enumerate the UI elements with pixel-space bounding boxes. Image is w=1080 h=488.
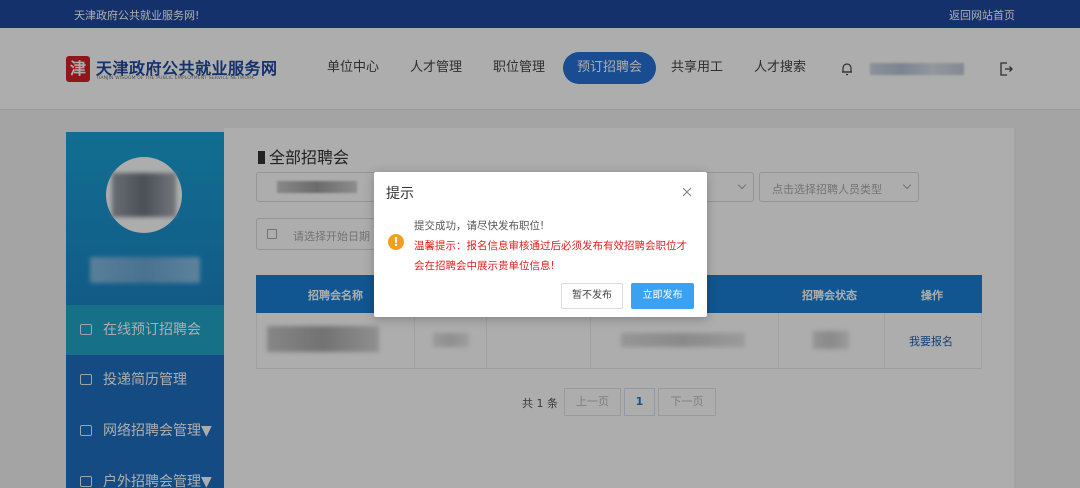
dialog-title: 提示	[386, 186, 414, 202]
dialog-message: 提交成功，请尽快发布职位! 温馨提示：报名信息审核通过后必须发布有效招聘会职位才…	[414, 216, 696, 276]
success-message: 提交成功，请尽快发布职位!	[414, 220, 545, 232]
publish-now-button[interactable]: 立即发布	[631, 283, 694, 309]
tip-message: 温馨提示：报名信息审核通过后必须发布有效招聘会职位才会在招聘会中展示贵单位信息!	[414, 240, 687, 272]
publish-later-button[interactable]: 暂不发布	[561, 283, 623, 309]
submit-success-dialog: 提示 ! 提交成功，请尽快发布职位! 温馨提示：报名信息审核通过后必须发布有效招…	[374, 172, 707, 317]
close-icon[interactable]	[681, 186, 693, 198]
warning-icon: !	[388, 234, 404, 250]
